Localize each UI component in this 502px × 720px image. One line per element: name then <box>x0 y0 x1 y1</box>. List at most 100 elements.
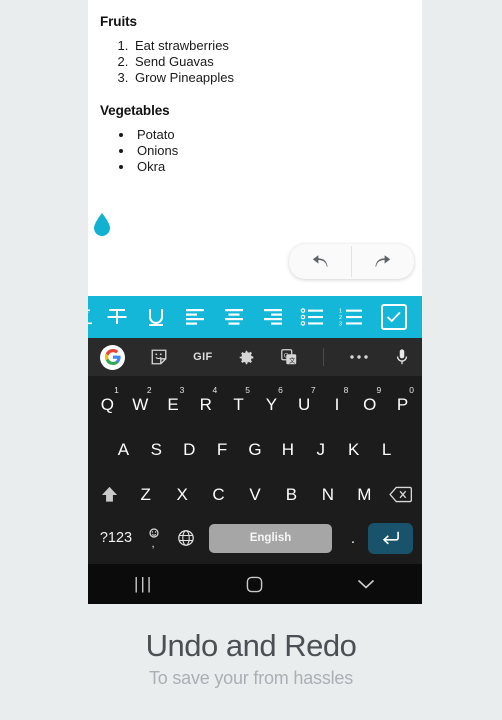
android-nav-bar: ||| <box>88 564 422 604</box>
redo-button[interactable] <box>352 244 414 279</box>
space-key[interactable]: English <box>209 523 332 553</box>
period-key[interactable]: . <box>338 520 368 556</box>
key-superscript: 6 <box>278 384 283 395</box>
key-m[interactable]: M <box>346 473 382 517</box>
key-w[interactable]: 2W <box>124 383 157 427</box>
key-label: E <box>167 394 179 414</box>
recents-button[interactable]: ||| <box>88 574 199 594</box>
key-b[interactable]: B <box>273 473 309 517</box>
key-z[interactable]: Z <box>127 473 163 517</box>
svg-text:1: 1 <box>339 309 342 315</box>
key-p[interactable]: 0P <box>386 383 419 427</box>
google-logo-icon[interactable] <box>100 344 125 370</box>
key-s[interactable]: S <box>140 428 173 472</box>
numbered-list-icon[interactable]: 1 2 3 <box>331 296 370 338</box>
emoji-icon: , <box>149 528 159 549</box>
shift-key[interactable] <box>91 473 127 517</box>
key-label: R <box>199 394 212 414</box>
translate-icon[interactable]: G 文 <box>280 348 298 366</box>
backspace-key[interactable] <box>383 473 419 517</box>
list-item: Potato <box>134 127 406 143</box>
svg-text:文: 文 <box>289 355 296 364</box>
sticker-icon[interactable] <box>150 348 168 366</box>
key-label: W <box>132 394 149 414</box>
keyboard-row-3: Z X C V B N M <box>91 472 419 517</box>
keyboard-rows: 1Q 2W 3E 4R 5T 6Y 7U 8I 9O 0P A S D F G … <box>88 376 422 559</box>
droplet-icon[interactable] <box>92 212 112 236</box>
underline-icon[interactable] <box>136 296 175 338</box>
key-superscript: 9 <box>376 384 382 395</box>
key-n[interactable]: N <box>310 473 346 517</box>
backspace-icon <box>389 486 413 503</box>
key-e[interactable]: 3E <box>157 383 190 427</box>
align-right-icon[interactable] <box>253 296 292 338</box>
enter-arrow-icon <box>382 531 399 545</box>
key-t[interactable]: 5T <box>222 383 255 427</box>
italic-icon[interactable]: I <box>88 296 97 338</box>
key-label: I <box>334 394 340 414</box>
key-g[interactable]: G <box>239 428 272 472</box>
emoji-comma-key[interactable]: , <box>139 520 169 556</box>
dismiss-keyboard-button[interactable] <box>311 578 422 590</box>
bullet-list-icon[interactable] <box>292 296 331 338</box>
key-l[interactable]: L <box>370 428 403 472</box>
undo-button[interactable] <box>289 244 351 279</box>
key-k[interactable]: K <box>337 428 370 472</box>
align-center-icon[interactable] <box>214 296 253 338</box>
key-q[interactable]: 1Q <box>91 383 124 427</box>
strikethrough-icon[interactable] <box>97 296 136 338</box>
symbols-key[interactable]: ?123 <box>93 520 139 556</box>
key-superscript: 2 <box>146 384 152 395</box>
list-item: Onions <box>134 143 406 159</box>
caption-title: Undo and Redo <box>145 628 357 663</box>
key-label: Q <box>100 394 115 414</box>
list-item: Okra <box>134 159 406 175</box>
settings-gear-icon[interactable] <box>238 349 255 366</box>
key-u[interactable]: 7U <box>288 383 321 427</box>
align-left-icon[interactable] <box>175 296 214 338</box>
language-globe-key[interactable] <box>169 520 203 556</box>
key-x[interactable]: X <box>164 473 200 517</box>
key-superscript: 7 <box>310 384 316 395</box>
keyboard-toolbar: GIF G 文 <box>88 338 422 376</box>
key-c[interactable]: C <box>200 473 236 517</box>
key-y[interactable]: 6Y <box>255 383 288 427</box>
key-j[interactable]: J <box>304 428 337 472</box>
svg-text:,: , <box>152 538 155 549</box>
mic-icon[interactable] <box>394 348 410 366</box>
shift-arrow-icon <box>101 486 117 502</box>
checklist-box <box>381 304 407 330</box>
ordered-list-fruits: Eat strawberries Send Guavas Grow Pineap… <box>132 38 406 87</box>
key-i[interactable]: 8I <box>321 383 354 427</box>
redo-arrow-icon <box>375 254 391 267</box>
format-toolbar: I <box>88 296 422 338</box>
key-superscript: 3 <box>179 384 185 395</box>
list-item: Grow Pineapples <box>132 70 406 86</box>
gif-icon[interactable]: GIF <box>193 351 213 363</box>
key-f[interactable]: F <box>206 428 239 472</box>
svg-text:G: G <box>284 352 289 359</box>
key-o[interactable]: 9O <box>353 383 386 427</box>
key-d[interactable]: D <box>173 428 206 472</box>
enter-key[interactable] <box>368 522 413 554</box>
home-button[interactable] <box>199 576 310 593</box>
key-label: P <box>396 394 409 414</box>
list-item: Eat strawberries <box>132 38 406 54</box>
key-label: U <box>298 394 311 414</box>
svg-text:3: 3 <box>339 321 342 326</box>
keyboard-row-2: A S D F G H J K L <box>91 427 419 472</box>
more-icon[interactable] <box>349 354 369 360</box>
key-label: T <box>233 394 244 414</box>
key-label: Y <box>265 394 278 414</box>
key-r[interactable]: 4R <box>189 383 222 427</box>
caption-block: Undo and Redo To save your from hassles <box>0 628 502 690</box>
key-a[interactable]: A <box>107 428 140 472</box>
key-h[interactable]: H <box>271 428 304 472</box>
checklist-icon[interactable] <box>375 296 413 338</box>
home-icon <box>247 576 263 592</box>
key-superscript: 0 <box>409 384 414 395</box>
phone-screen: Fruits Eat strawberries Send Guavas Grow… <box>88 0 422 604</box>
key-superscript: 8 <box>343 384 349 395</box>
key-v[interactable]: V <box>237 473 273 517</box>
key-label: O <box>363 394 377 414</box>
